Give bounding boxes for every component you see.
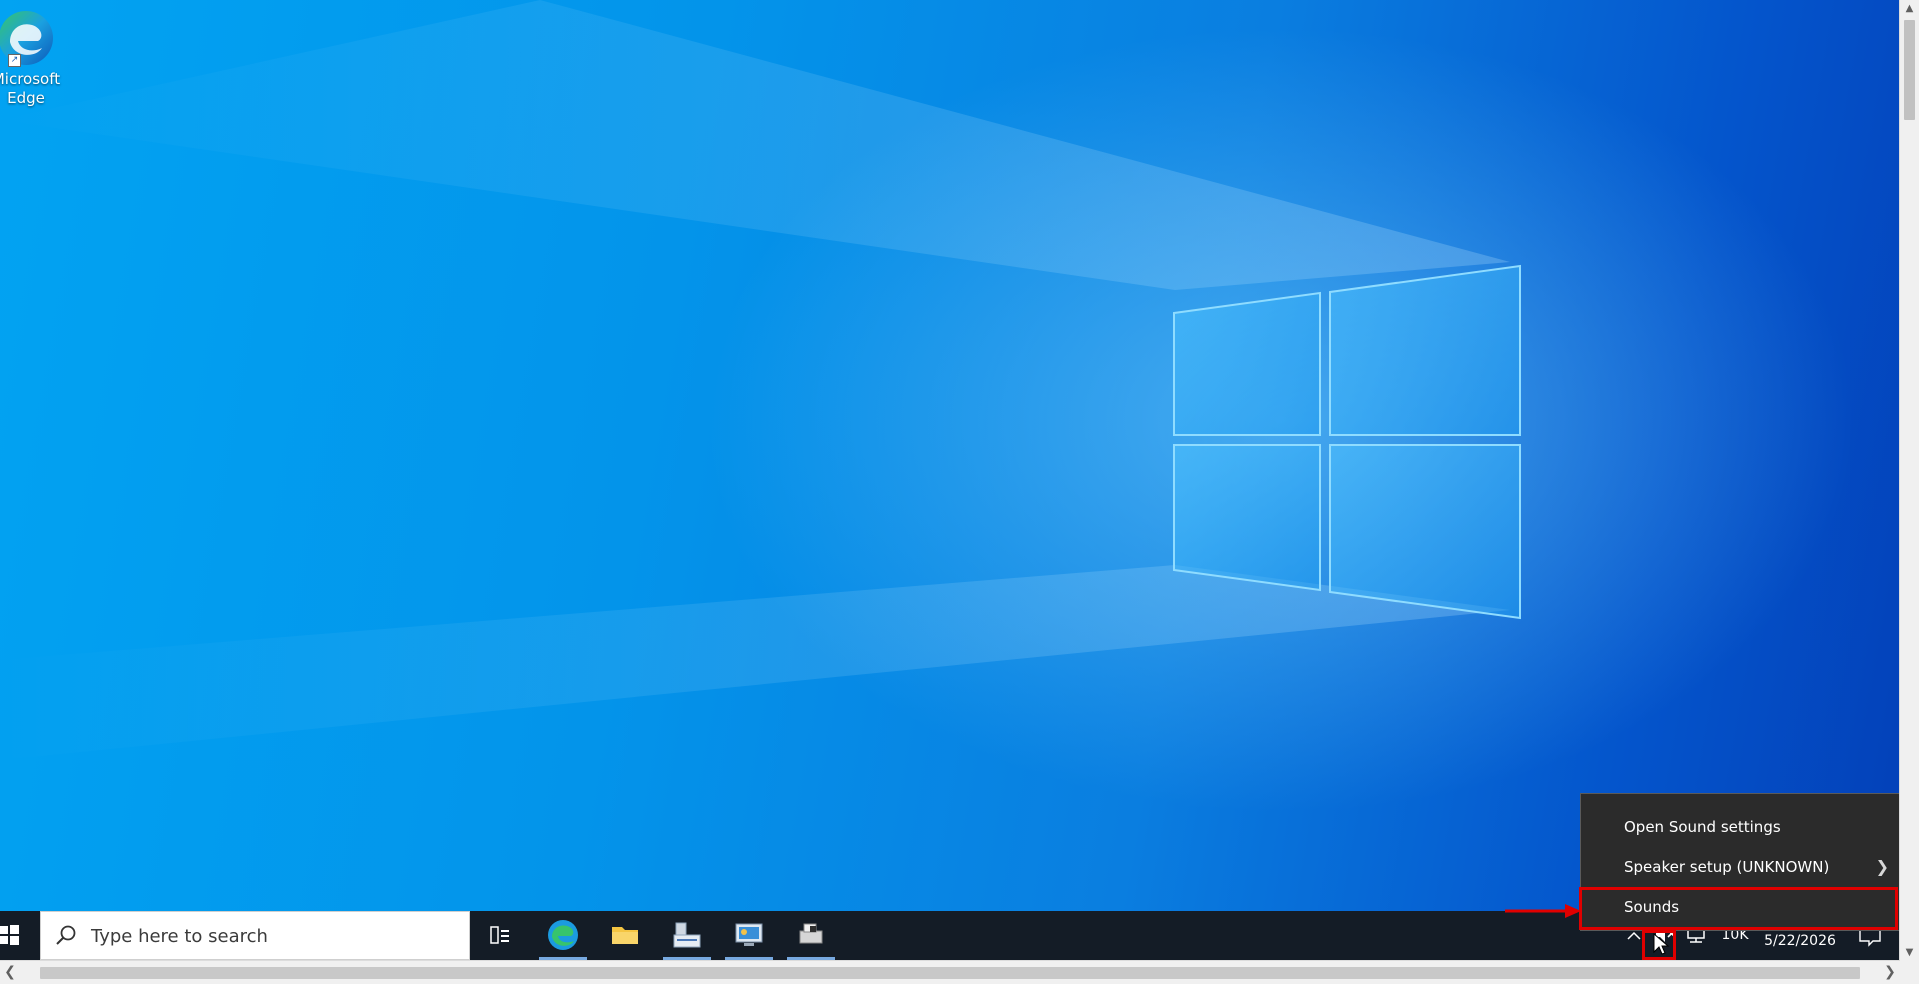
task-view-button[interactable] [475, 911, 525, 960]
search-icon [56, 925, 76, 945]
task-view-icon [490, 926, 509, 944]
mouse-cursor-icon [1653, 932, 1670, 955]
taskbar-file-explorer-button[interactable] [600, 911, 650, 960]
desktop-icon-label: Microsoft Edge [0, 70, 61, 107]
scroll-right-icon[interactable]: ❯ [1880, 961, 1900, 984]
vertical-scrollbar[interactable]: ▲ ▼ [1899, 0, 1919, 964]
start-button[interactable] [0, 911, 40, 960]
chevron-right-icon: ❯ [1875, 857, 1889, 876]
menu-item-open-sound-settings[interactable]: Open Sound settings [1581, 807, 1899, 847]
desktop-icon-edge[interactable]: ↗ Microsoft Edge [0, 8, 64, 108]
file-explorer-icon [612, 927, 638, 944]
windows-logo-icon [0, 925, 19, 945]
server-manager-icon [673, 922, 701, 948]
highlight-box-sounds [1579, 887, 1898, 930]
scroll-down-icon[interactable]: ▼ [1900, 944, 1919, 962]
menu-item-speaker-setup[interactable]: Speaker setup (UNKNOWN) ❯ [1581, 847, 1899, 887]
wallpaper [0, 0, 1521, 760]
taskbar-search-box[interactable]: Type here to search [40, 911, 470, 960]
menu-item-label: Speaker setup (UNKNOWN) [1624, 858, 1830, 876]
edge-icon [548, 920, 578, 950]
horizontal-scrollbar[interactable]: ❮ ❯ [0, 960, 1900, 984]
menu-item-label: Open Sound settings [1624, 818, 1781, 836]
desktop[interactable]: ↗ Microsoft Edge [0, 0, 1900, 911]
clock-date: 5/22/2026 [1764, 933, 1836, 949]
taskbar-printer-button[interactable] [786, 911, 836, 960]
taskbar-server-manager-button[interactable] [662, 911, 712, 960]
taskbar-edge-button[interactable] [538, 911, 588, 960]
computer-management-icon [735, 923, 763, 946]
horizontal-scroll-thumb[interactable] [40, 967, 1860, 979]
scroll-left-icon[interactable]: ❮ [0, 961, 20, 984]
edge-icon: ↗ [0, 8, 56, 68]
printer-icon [799, 923, 823, 944]
search-placeholder: Type here to search [91, 926, 268, 947]
annotation-arrow-icon [1505, 904, 1581, 918]
scrollbar-corner [1900, 964, 1919, 984]
shortcut-arrow-icon: ↗ [8, 54, 21, 67]
screen: ↗ Microsoft Edge Type here to search [0, 0, 1919, 984]
scroll-up-icon[interactable]: ▲ [1900, 0, 1919, 18]
vertical-scroll-thumb[interactable] [1904, 20, 1915, 120]
taskbar-computer-management-button[interactable] [724, 911, 774, 960]
